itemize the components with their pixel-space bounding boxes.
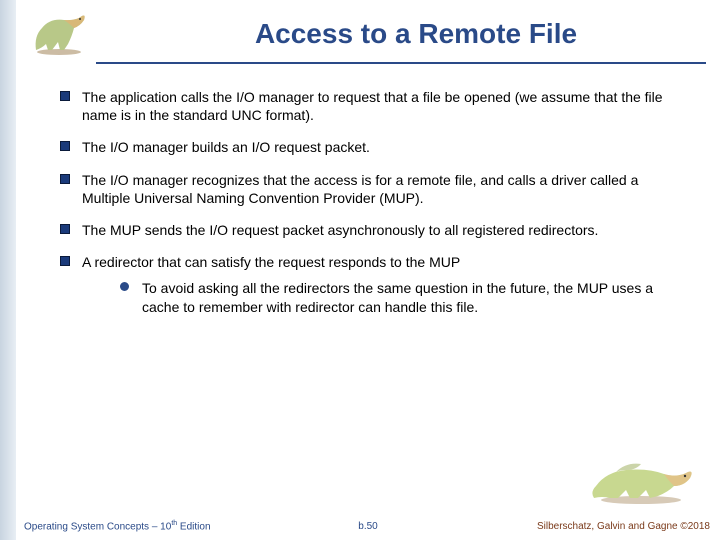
slide-title: Access to a Remote File [136, 18, 696, 50]
slide-footer: Operating System Concepts – 10th Edition… [16, 508, 720, 540]
slide-header: Access to a Remote File [16, 0, 720, 76]
slide-body: The application calls the I/O manager to… [60, 88, 680, 316]
bullet-item: The I/O manager builds an I/O request pa… [60, 138, 680, 156]
square-bullet-icon [60, 141, 70, 151]
bullet-text: The I/O manager builds an I/O request pa… [82, 139, 370, 155]
title-underline [96, 62, 706, 64]
footer-copyright: Silberschatz, Galvin and Gagne ©2018 [537, 521, 710, 532]
bullet-text: The application calls the I/O manager to… [82, 89, 663, 123]
dinosaur-left-icon [24, 6, 94, 61]
bullet-text: The MUP sends the I/O request packet asy… [82, 222, 598, 238]
square-bullet-icon [60, 91, 70, 101]
bullet-item: The I/O manager recognizes that the acce… [60, 171, 680, 207]
circle-bullet-icon [120, 282, 129, 291]
square-bullet-icon [60, 174, 70, 184]
sub-bullet-item: To avoid asking all the redirectors the … [120, 279, 680, 315]
sub-bullet-text: To avoid asking all the redirectors the … [142, 280, 653, 314]
bullet-text: A redirector that can satisfy the reques… [82, 254, 460, 270]
square-bullet-icon [60, 256, 70, 266]
square-bullet-icon [60, 224, 70, 234]
dinosaur-right-icon [586, 450, 696, 510]
bullet-item: A redirector that can satisfy the reques… [60, 253, 680, 271]
bullet-item: The application calls the I/O manager to… [60, 88, 680, 124]
bullet-text: The I/O manager recognizes that the acce… [82, 172, 638, 206]
bullet-item: The MUP sends the I/O request packet asy… [60, 221, 680, 239]
left-accent-bar [0, 0, 16, 540]
